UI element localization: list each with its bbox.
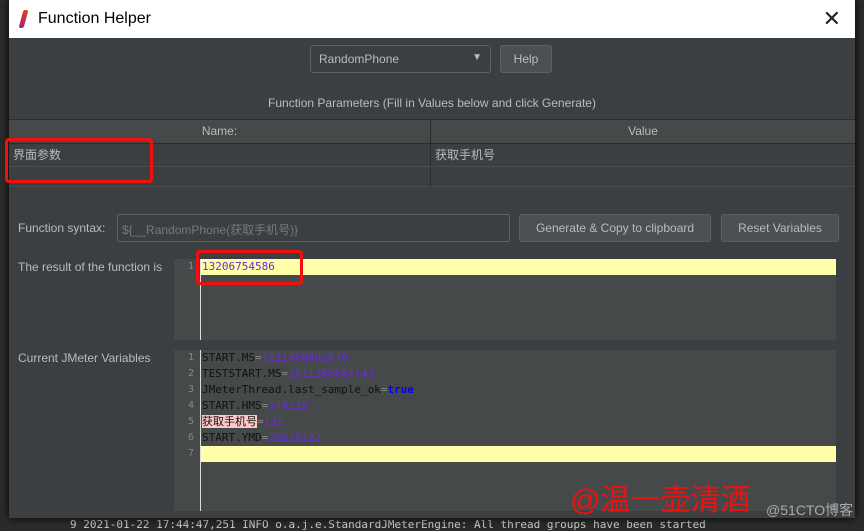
watermark: @温一壶清酒: [570, 484, 751, 517]
variable-key: START.YMD: [202, 431, 262, 444]
editor-line: 6 START.YMD=20210122: [174, 430, 836, 446]
generate-copy-button[interactable]: Generate & Copy to clipboard: [519, 214, 711, 242]
help-button[interactable]: Help: [500, 45, 552, 73]
variable-entry: START.MS=1611308492079: [202, 351, 348, 364]
variable-value: true: [387, 383, 414, 396]
window-title: Function Helper: [38, 10, 151, 27]
variable-value: 132: [263, 415, 284, 428]
reset-variables-button[interactable]: Reset Variables: [721, 214, 839, 242]
variable-key: 获取手机号: [202, 415, 257, 428]
variable-entry: START.HMS=174132: [202, 399, 308, 412]
title-bar: Function Helper ✕: [9, 0, 855, 38]
variable-entry: JMeterThread.last_sample_ok=true: [202, 383, 414, 396]
param-value-cell[interactable]: 获取手机号: [431, 144, 855, 166]
variable-entry: TESTSTART.MS=1611308687143: [202, 367, 375, 380]
editor-line: 5 获取手机号=132: [174, 414, 836, 430]
function-select-value: RandomPhone: [319, 52, 400, 66]
gutter: [174, 350, 201, 511]
variable-value: 174132: [268, 399, 308, 412]
editor-line: 2 TESTSTART.MS=1611308687143: [174, 366, 836, 382]
variable-value: 1611308492079: [261, 351, 348, 364]
variable-key: TESTSTART.MS: [202, 367, 282, 380]
variable-value: 20210122: [268, 431, 322, 444]
function-helper-dialog: Function Helper ✕ RandomPhone ▼ Help Func…: [5, 0, 855, 518]
result-label: The result of the function is: [18, 260, 163, 274]
jmeter-feather-icon: [18, 10, 29, 28]
variable-entry: 获取手机号=132: [202, 415, 284, 428]
params-title: Function Parameters (Fill in Values belo…: [268, 96, 596, 110]
annotation-box: [5, 138, 153, 183]
editor-line: 7: [188, 446, 836, 462]
variable-key: JMeterThread.last_sample_ok: [202, 383, 381, 396]
column-header-value: Value: [628, 124, 658, 138]
editor-line: 1 START.MS=1611308492079: [174, 350, 836, 366]
editor-line: 3 JMeterThread.last_sample_ok=true: [174, 382, 836, 398]
editor-line: 4 START.HMS=174132: [174, 398, 836, 414]
annotation-box: [196, 250, 303, 285]
variables-label: Current JMeter Variables: [18, 351, 151, 365]
function-select[interactable]: RandomPhone ▼: [310, 45, 491, 73]
variable-key: START.HMS: [202, 399, 262, 412]
syntax-field[interactable]: ${__RandomPhone(获取手机号)}: [117, 214, 510, 242]
variable-entry: START.YMD=20210122: [202, 431, 322, 444]
watermark-51cto: @51CTO博客: [766, 502, 854, 518]
variable-key: START.MS: [202, 351, 255, 364]
chevron-down-icon: ▼: [472, 52, 482, 63]
log-line: 9 2021-01-22 17:44:47,251 INFO o.a.j.e.S…: [70, 518, 706, 531]
close-icon[interactable]: ✕: [823, 6, 841, 32]
variable-value: 1611308687143: [288, 367, 375, 380]
syntax-label: Function syntax:: [18, 221, 106, 235]
